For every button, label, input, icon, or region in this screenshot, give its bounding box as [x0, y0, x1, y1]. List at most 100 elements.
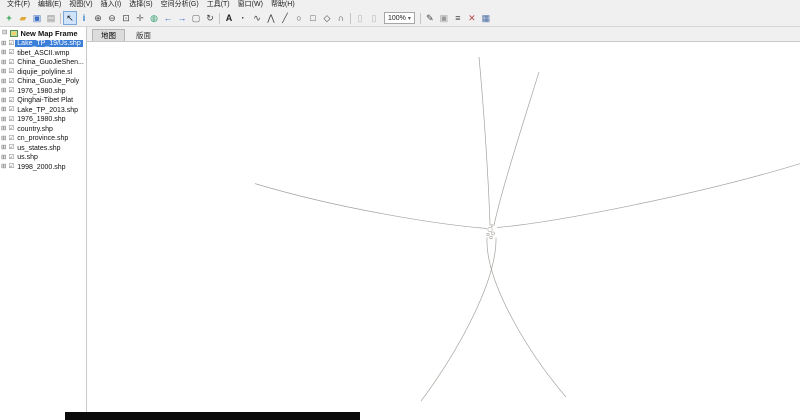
layer-checkbox[interactable]: ☑ — [7, 154, 15, 162]
add-data-icon[interactable]: + — [2, 11, 16, 25]
layer-checkbox[interactable]: ☑ — [7, 40, 15, 48]
menu-view[interactable]: 视图(V) — [65, 0, 96, 10]
save-edits-icon[interactable]: ▣ — [437, 11, 451, 25]
text-label-icon[interactable]: A — [222, 11, 236, 25]
layer-label[interactable]: 1976_1980.shp — [15, 88, 67, 95]
layer-checkbox[interactable]: ☑ — [7, 78, 15, 86]
select-features-icon[interactable]: ▢ — [189, 11, 203, 25]
layer-item[interactable]: ⊞ ☑ China_GuoJieShen... — [0, 58, 86, 68]
layer-label[interactable]: Lake_TP_19/Us.shp — [15, 40, 83, 48]
map-canvas[interactable] — [87, 41, 800, 412]
collapse-icon[interactable]: ⊟ — [1, 30, 8, 37]
back-arrow-icon[interactable]: ← — [161, 11, 175, 25]
layer-checkbox[interactable]: ☑ — [7, 135, 15, 143]
layer-item[interactable]: ⊞ ☑ tibet_ASCII.wmp — [0, 49, 86, 59]
layer-label[interactable]: cn_province.shp — [15, 135, 70, 142]
expand-icon[interactable]: ⊞ — [0, 154, 7, 162]
expand-icon[interactable]: ⊞ — [0, 163, 7, 171]
forward-arrow-icon[interactable]: → — [175, 11, 189, 25]
layer-item[interactable]: ⊞ ☑ us.shp — [0, 153, 86, 163]
ellipse-tool-icon[interactable]: ○ — [292, 11, 306, 25]
menu-edit[interactable]: 编辑(E) — [34, 0, 65, 10]
expand-icon[interactable]: ⊞ — [0, 40, 7, 48]
layer-label[interactable]: diqujie_polyline.sl — [15, 69, 74, 76]
point-tool-icon[interactable]: · — [236, 11, 250, 25]
line-tool-icon[interactable]: ╱ — [278, 11, 292, 25]
refresh-icon[interactable]: ↻ — [203, 11, 217, 25]
layer-label[interactable]: us.shp — [15, 154, 40, 161]
zoom-in-icon[interactable]: ⊕ — [91, 11, 105, 25]
layer-item[interactable]: ⊞ ☑ country.shp — [0, 125, 86, 135]
spline-tool-icon[interactable]: ∿ — [250, 11, 264, 25]
layer-checkbox[interactable]: ☑ — [7, 106, 15, 114]
layer-item[interactable]: ⊞ ☑ cn_province.shp — [0, 134, 86, 144]
zoom-level-dropdown[interactable]: 100% ▾ — [384, 12, 415, 24]
menu-help[interactable]: 帮助(H) — [267, 0, 299, 10]
layer-label[interactable]: China_GuoJie_Poly — [15, 78, 81, 85]
copy-page-icon[interactable]: ▯ — [353, 11, 367, 25]
layer-item[interactable]: ⊞ ☑ diqujie_polyline.sl — [0, 68, 86, 78]
layer-label[interactable]: country.shp — [15, 126, 55, 133]
open-folder-icon[interactable]: ▰ — [16, 11, 30, 25]
layer-checkbox[interactable]: ☑ — [7, 68, 15, 76]
layer-checkbox[interactable]: ☑ — [7, 163, 15, 171]
layer-label[interactable]: us_states.shp — [15, 145, 62, 152]
polygon-tool-icon[interactable]: ◇ — [320, 11, 334, 25]
expand-icon[interactable]: ⊞ — [0, 125, 7, 133]
list-icon[interactable]: ≡ — [451, 11, 465, 25]
print-icon[interactable]: ▤ — [44, 11, 58, 25]
grid-icon[interactable]: ▦ — [479, 11, 493, 25]
expand-icon[interactable]: ⊞ — [0, 144, 7, 152]
layer-label[interactable]: Qinghai-Tibet Plat — [15, 97, 75, 104]
layer-item[interactable]: ⊞ ☑ us_states.shp — [0, 144, 86, 154]
menu-spatial-analysis[interactable]: 空间分析(G) — [157, 0, 203, 10]
expand-icon[interactable]: ⊞ — [0, 97, 7, 105]
identify-info-icon[interactable]: i — [77, 11, 91, 25]
expand-icon[interactable]: ⊞ — [0, 87, 7, 95]
tab-layout[interactable]: 版面 — [128, 30, 159, 41]
layer-item[interactable]: ⊞ ☑ China_GuoJie_Poly — [0, 77, 86, 87]
rectangle-tool-icon[interactable]: □ — [306, 11, 320, 25]
layer-label[interactable]: 1976_1980.shp — [15, 116, 67, 123]
layer-checkbox[interactable]: ☑ — [7, 97, 15, 105]
layer-checkbox[interactable]: ☑ — [7, 59, 15, 67]
expand-icon[interactable]: ⊞ — [0, 135, 7, 143]
zoom-out-icon[interactable]: ⊖ — [105, 11, 119, 25]
select-cursor-icon[interactable]: ↖ — [63, 11, 77, 25]
paste-page-icon[interactable]: ▯ — [367, 11, 381, 25]
layer-checkbox[interactable]: ☑ — [7, 125, 15, 133]
tab-map[interactable]: 地图 — [92, 29, 125, 41]
expand-icon[interactable]: ⊞ — [0, 116, 7, 124]
layer-checkbox[interactable]: ☑ — [7, 144, 15, 152]
expand-icon[interactable]: ⊞ — [0, 49, 7, 57]
save-icon[interactable]: ▣ — [30, 11, 44, 25]
expand-icon[interactable]: ⊞ — [0, 106, 7, 114]
layer-item[interactable]: ⊞ ☑ Qinghai-Tibet Plat — [0, 96, 86, 106]
layer-item[interactable]: ⊞ ☑ Lake_TP_19/Us.shp — [0, 39, 86, 49]
layer-checkbox[interactable]: ☑ — [7, 116, 15, 124]
layer-label[interactable]: 1998_2000.shp — [15, 164, 67, 171]
layer-label[interactable]: tibet_ASCII.wmp — [15, 50, 71, 57]
menu-selection[interactable]: 选择(S) — [125, 0, 156, 10]
layer-label[interactable]: China_GuoJieShen... — [15, 59, 86, 66]
menu-window[interactable]: 窗口(W) — [234, 0, 267, 10]
layer-item[interactable]: ⊞ ☑ 1998_2000.shp — [0, 163, 86, 173]
expand-icon[interactable]: ⊞ — [0, 59, 7, 67]
polyline-tool-icon[interactable]: ⋀ — [264, 11, 278, 25]
close-edit-icon[interactable]: ✕ — [465, 11, 479, 25]
layer-label[interactable]: Lake_TP_2013.shp — [15, 107, 80, 114]
expand-icon[interactable]: ⊞ — [0, 78, 7, 86]
layer-item[interactable]: ⊞ ☑ 1976_1980.shp — [0, 87, 86, 97]
menu-file[interactable]: 文件(F) — [3, 0, 34, 10]
menu-tools[interactable]: 工具(T) — [203, 0, 234, 10]
zoom-window-icon[interactable]: ⊡ — [119, 11, 133, 25]
menu-insert[interactable]: 插入(I) — [97, 0, 126, 10]
layer-checkbox[interactable]: ☑ — [7, 87, 15, 95]
layer-checkbox[interactable]: ☑ — [7, 49, 15, 57]
full-extent-icon[interactable]: ◍ — [147, 11, 161, 25]
pan-hand-icon[interactable]: ✛ — [133, 11, 147, 25]
layer-item[interactable]: ⊞ ☑ 1976_1980.shp — [0, 115, 86, 125]
layer-item[interactable]: ⊞ ☑ Lake_TP_2013.shp — [0, 106, 86, 116]
expand-icon[interactable]: ⊞ — [0, 68, 7, 76]
map-frame-root[interactable]: ⊟ New Map Frame — [0, 27, 86, 39]
